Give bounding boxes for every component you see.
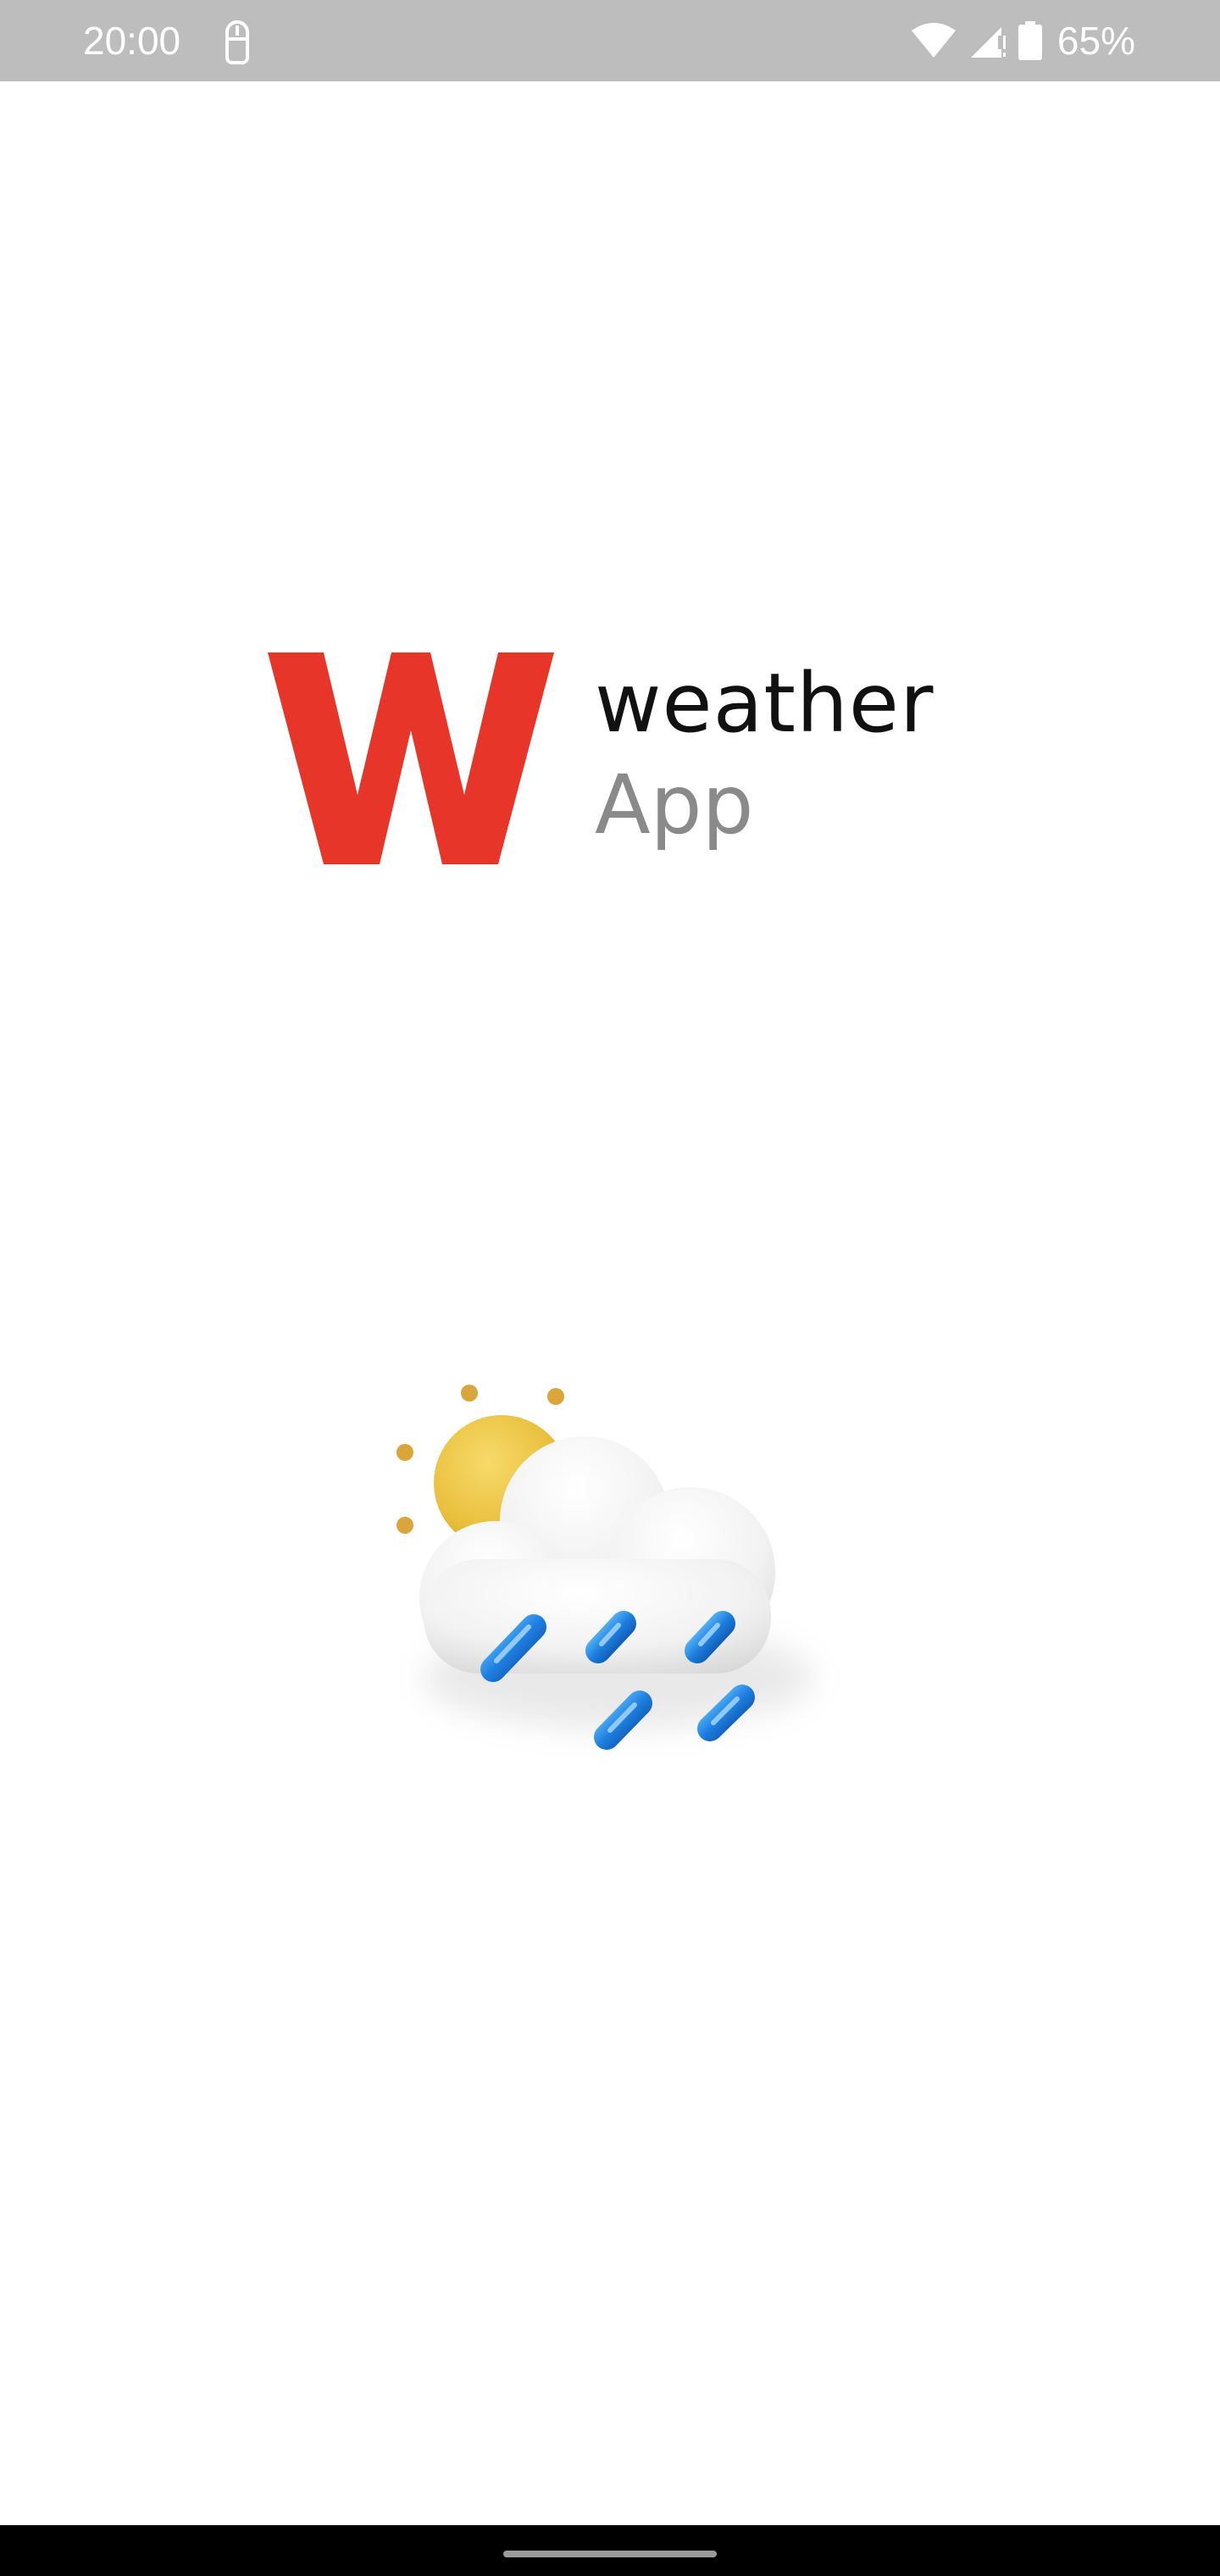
battery-percent: 65%: [1056, 19, 1135, 63]
status-time: 20:00: [83, 19, 181, 63]
signal-icon: [970, 27, 1006, 58]
logo-app-text: App: [595, 758, 754, 852]
logo-w-mark: [268, 652, 554, 864]
lock-download-icon: [225, 20, 249, 64]
navigation-bar: [0, 2525, 1220, 2576]
logo-wordmark: weather App: [595, 661, 934, 847]
status-bar: 20:00 65%: [0, 0, 1220, 81]
logo-weather-text: weather: [595, 656, 934, 751]
battery-icon: [1018, 21, 1042, 60]
wifi-icon: [911, 23, 956, 58]
home-gesture-handle[interactable]: [503, 2551, 717, 2557]
status-icons: 65%: [910, 17, 1135, 64]
sun-cloud-rain-icon: [396, 1385, 813, 1750]
